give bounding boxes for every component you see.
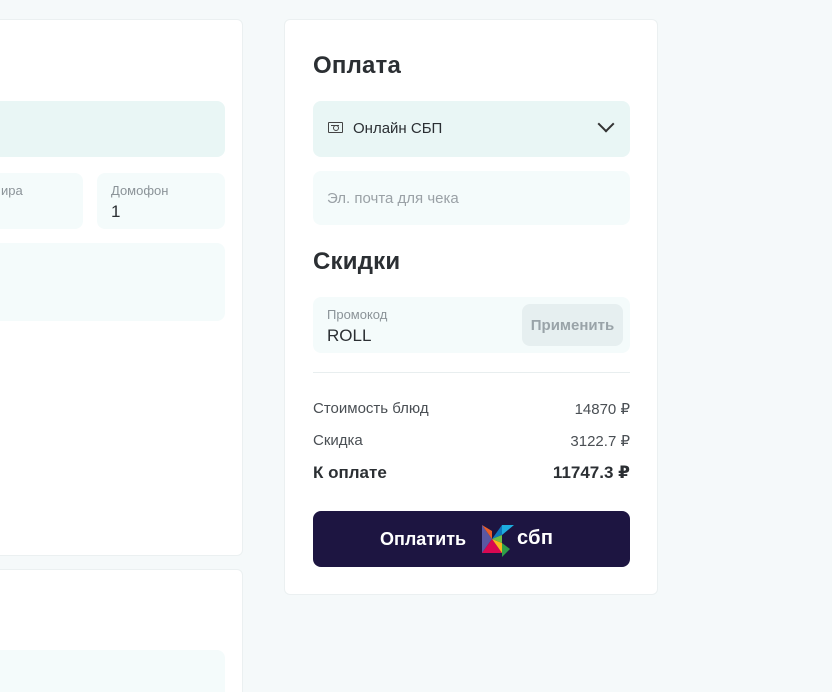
delivery-card: ира Домофон 1 (0, 19, 243, 556)
sbp-logo-icon (482, 525, 514, 557)
email-input[interactable] (313, 171, 630, 225)
chevron-down-icon (597, 115, 615, 133)
promo-field[interactable]: Промокод ROLL Применить (313, 297, 630, 353)
pay-button[interactable]: Оплатить сбп (313, 511, 630, 567)
dishes-value: 14870 ₽ (574, 401, 630, 418)
promo-value[interactable]: ROLL (327, 326, 371, 346)
discounts-title: Скидки (313, 248, 401, 275)
intercom-field[interactable]: Домофон 1 (97, 173, 225, 229)
promo-label: Промокод (327, 307, 388, 322)
cash-icon (328, 122, 343, 133)
secondary-card (0, 569, 243, 692)
comment-field[interactable] (0, 243, 225, 321)
payment-title: Оплата (313, 52, 402, 79)
payment-method-select[interactable]: Онлайн СБП (313, 101, 630, 157)
discount-value: 3122.7 ₽ (570, 433, 630, 450)
divider (313, 372, 630, 373)
intercom-label: Домофон (111, 183, 169, 198)
apply-promo-button[interactable]: Применить (522, 304, 623, 346)
address-field[interactable] (0, 101, 225, 157)
sbp-brand-text: сбп (517, 527, 554, 549)
pay-button-label: Оплатить (380, 529, 467, 549)
total-value: 11747.3 ₽ (552, 463, 630, 482)
apartment-label: ира (1, 183, 23, 198)
total-label: К оплате (313, 463, 387, 482)
secondary-field[interactable] (0, 650, 225, 692)
payment-method-value: Онлайн СБП (353, 120, 443, 137)
dishes-label: Стоимость блюд (313, 400, 429, 417)
intercom-value: 1 (111, 202, 121, 221)
discount-label: Скидка (313, 432, 363, 449)
apartment-field[interactable]: ира (0, 173, 83, 229)
payment-card: Оплата Онлайн СБП Скидки Промокод ROLL П… (284, 19, 658, 595)
